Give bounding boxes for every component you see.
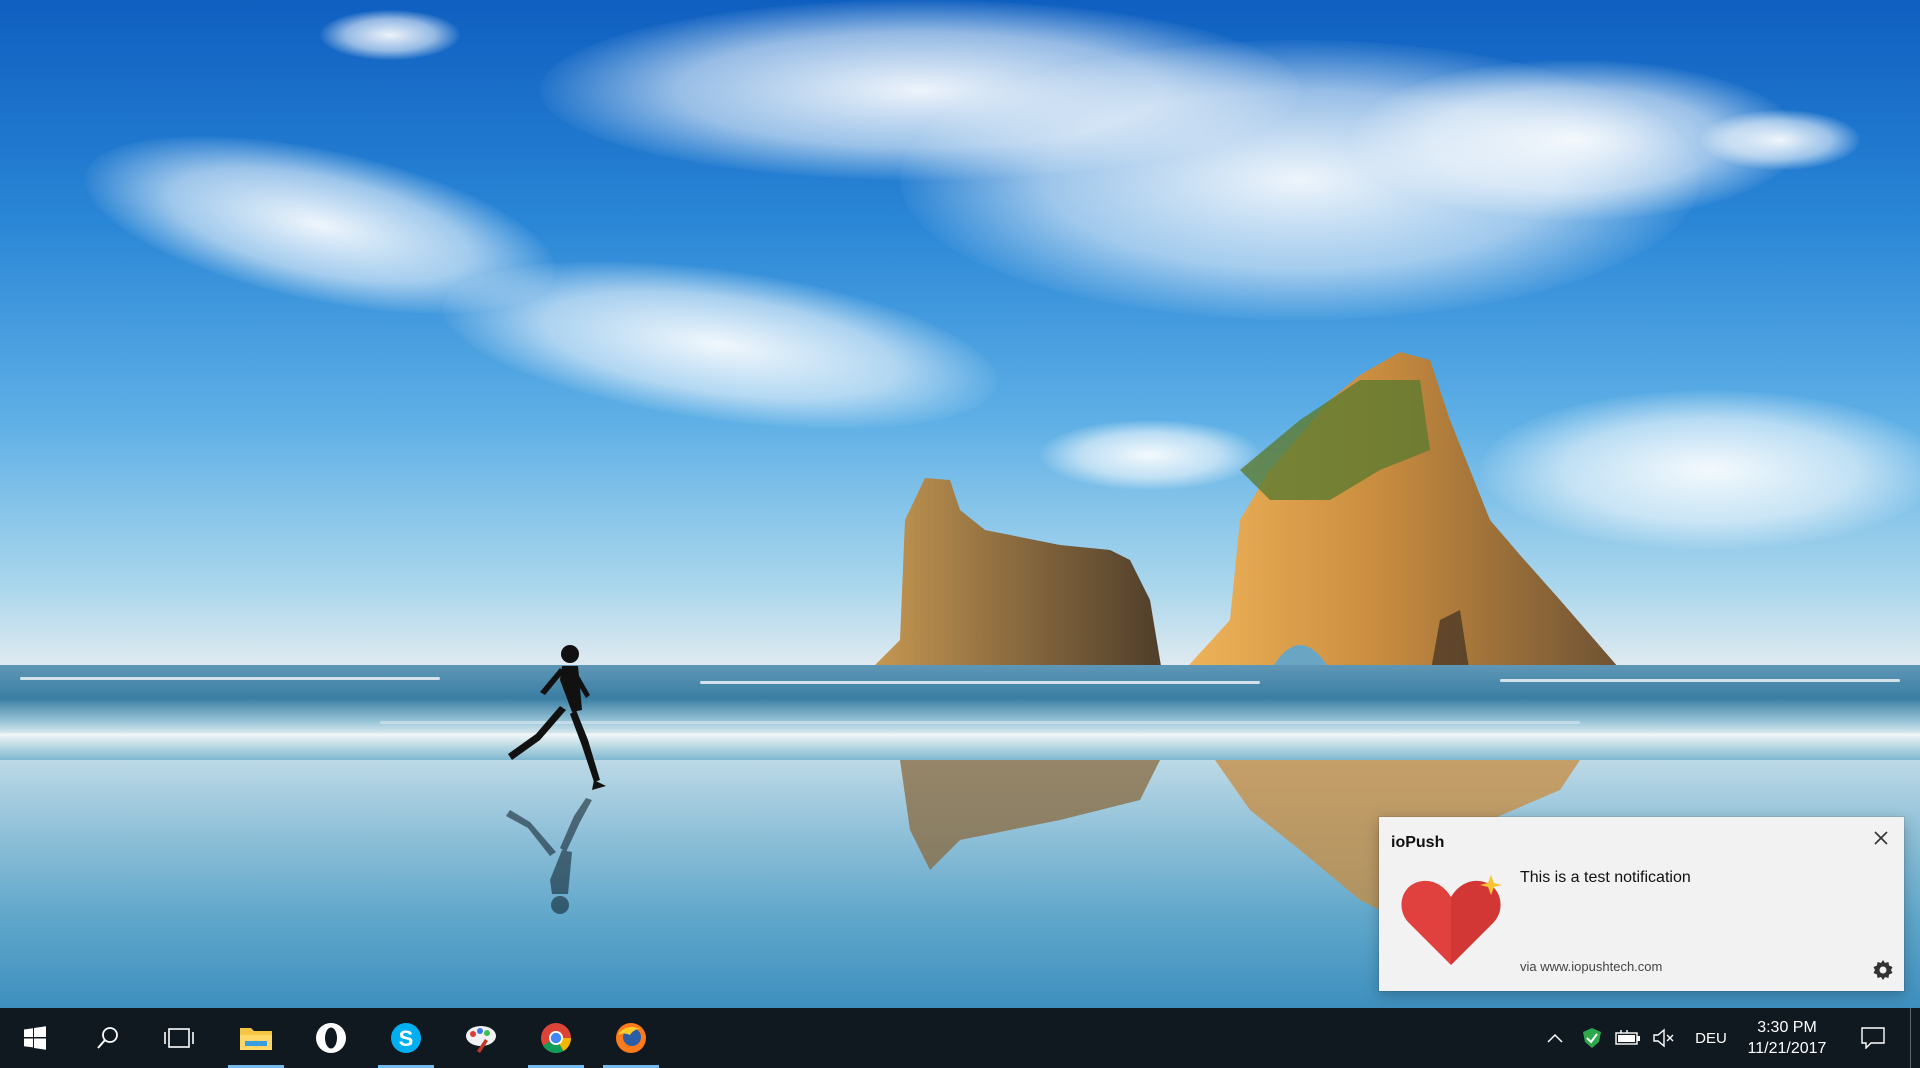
taskbar-app-paint[interactable] xyxy=(447,1008,515,1068)
taskbar-app-firefox[interactable] xyxy=(597,1008,665,1068)
show-desktop-button[interactable] xyxy=(1910,1008,1920,1068)
language-label: DEU xyxy=(1695,1029,1727,1047)
clock[interactable]: 3:30 PM 11/21/2017 xyxy=(1737,1008,1837,1068)
taskbar-app-opera[interactable] xyxy=(297,1008,365,1068)
wave xyxy=(700,681,1260,684)
taskbar-app-file-explorer[interactable] xyxy=(222,1008,290,1068)
gear-icon[interactable] xyxy=(1870,957,1896,983)
wave xyxy=(1500,679,1900,682)
close-icon[interactable] xyxy=(1868,825,1894,851)
wave xyxy=(20,677,440,680)
firefox-icon xyxy=(616,1023,646,1053)
chrome-icon xyxy=(541,1023,571,1054)
notification-toast[interactable]: ioPush This is a test notification via w… xyxy=(1379,817,1904,991)
volume-muted-icon[interactable] xyxy=(1648,1008,1680,1068)
wave xyxy=(0,733,1920,736)
svg-text:S: S xyxy=(399,1026,414,1051)
language-indicator[interactable]: DEU xyxy=(1690,1008,1732,1068)
battery-icon[interactable] xyxy=(1612,1008,1644,1068)
sea xyxy=(0,665,1920,760)
taskbar-app-skype[interactable]: S xyxy=(372,1008,440,1068)
notification-app-name: ioPush xyxy=(1391,834,1445,851)
clock-date: 11/21/2017 xyxy=(1747,1040,1827,1057)
windows-logo-icon[interactable] xyxy=(0,1008,70,1068)
taskbar-app-chrome[interactable] xyxy=(522,1008,590,1068)
notification-message: This is a test notification xyxy=(1520,869,1691,886)
folder-icon xyxy=(240,1028,272,1050)
skype-icon: S xyxy=(391,1023,421,1053)
action-center-icon[interactable] xyxy=(1848,1008,1898,1068)
opera-icon xyxy=(316,1023,346,1053)
paint-icon xyxy=(466,1026,496,1053)
heart-icon xyxy=(1401,875,1502,965)
shield-check-icon[interactable] xyxy=(1576,1008,1608,1068)
taskbar: S DEU 3:30 PM 11/21/2017 xyxy=(0,1008,1920,1068)
chevron-up-icon[interactable] xyxy=(1540,1008,1570,1068)
task-view-icon[interactable] xyxy=(146,1008,212,1068)
clock-time: 3:30 PM xyxy=(1757,1019,1817,1036)
search-icon[interactable] xyxy=(76,1008,140,1068)
notification-attribution: via www.iopushtech.com xyxy=(1520,959,1663,974)
runner-silhouette xyxy=(506,645,606,914)
